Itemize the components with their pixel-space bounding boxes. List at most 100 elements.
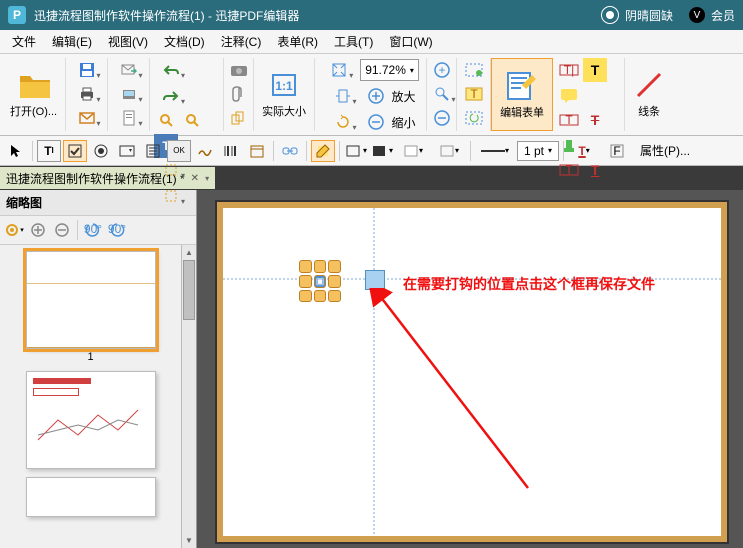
zoom-in-button[interactable] xyxy=(364,84,388,108)
thumbnail-panel: 缩略图 ▾ 90° 90° 1 ▲ ▼ xyxy=(0,190,197,548)
font-color-tool[interactable]: T▾ xyxy=(568,140,600,162)
zoom-minus-icon[interactable] xyxy=(430,106,454,130)
panel-settings-icon[interactable]: ▾ xyxy=(3,219,25,241)
line-icon xyxy=(633,69,665,101)
menu-tools[interactable]: 工具(T) xyxy=(328,31,379,52)
signature-tool[interactable] xyxy=(193,140,217,162)
select-button[interactable] xyxy=(154,158,188,182)
fit-button[interactable] xyxy=(322,58,356,82)
group-zoom: 91.72%▾ 放大 缩小 xyxy=(315,58,427,131)
text-frame-icon[interactable]: T xyxy=(557,158,581,182)
thumb-label-1: 1 xyxy=(87,351,93,363)
style-tool[interactable]: ▾ xyxy=(432,140,466,162)
fill-color-tool[interactable]: ▾ xyxy=(370,140,394,162)
thumbnail-list: 1 xyxy=(0,245,181,548)
crop-button[interactable] xyxy=(154,184,188,208)
thumbnail-page-1[interactable] xyxy=(26,251,156,349)
menu-comment[interactable]: 注释(C) xyxy=(215,31,268,52)
app-logo-icon: P xyxy=(8,6,26,24)
svg-text:+: + xyxy=(438,63,445,77)
actual-size-button[interactable]: 1:1 实际大小 xyxy=(258,58,310,130)
strike-icon[interactable]: T xyxy=(583,108,607,132)
rotate-cw-icon[interactable]: 90° xyxy=(106,219,128,241)
line-style-tool[interactable]: ▾ xyxy=(475,140,515,162)
close-tab-icon[interactable]: ✕ xyxy=(191,173,199,184)
bg-color-tool[interactable]: ▾ xyxy=(396,140,430,162)
edit-form-icon xyxy=(506,70,538,102)
canvas-area[interactable]: ▣ 在需要打钩的位置点击这个框再保存文件 xyxy=(197,190,743,548)
rotate-ccw-icon[interactable]: 90° xyxy=(82,219,104,241)
comment-yellow-icon[interactable] xyxy=(557,84,581,108)
redo-button[interactable] xyxy=(154,84,188,108)
workspace: 缩略图 ▾ 90° 90° 1 ▲ ▼ xyxy=(0,190,743,548)
menu-document[interactable]: 文档(D) xyxy=(158,31,211,52)
user-area[interactable]: 阴晴圆缺 V 会员 xyxy=(601,6,735,24)
radio-tool[interactable] xyxy=(89,140,113,162)
highlight-tool[interactable] xyxy=(311,140,335,162)
reset-form-icon[interactable] xyxy=(462,106,486,130)
menu-window[interactable]: 窗口(W) xyxy=(383,31,438,52)
scroll-up-icon[interactable]: ▲ xyxy=(182,245,196,260)
menu-file[interactable]: 文件 xyxy=(6,31,42,52)
thumbnail-page-3[interactable] xyxy=(26,477,156,517)
document-button[interactable] xyxy=(112,106,146,130)
lines-button[interactable]: 线条 xyxy=(629,58,669,130)
zoom-plus-button[interactable]: + xyxy=(430,58,454,82)
select-rect-icon[interactable] xyxy=(462,58,486,82)
annotation-arrow xyxy=(368,288,548,498)
vip-badge-icon: V xyxy=(689,7,705,23)
underline-icon[interactable]: T xyxy=(583,158,607,182)
search-button[interactable] xyxy=(154,108,178,132)
scan-button[interactable] xyxy=(112,82,146,106)
zoom-combo[interactable]: 91.72%▾ xyxy=(360,59,419,81)
dropdown-tool[interactable] xyxy=(115,140,139,162)
group-icon[interactable] xyxy=(227,106,251,130)
zoom-out-button[interactable] xyxy=(364,110,388,134)
zoom-arrow-button[interactable] xyxy=(425,82,459,106)
text-box-icon[interactable]: T xyxy=(557,108,581,132)
scroll-down-icon[interactable]: ▼ xyxy=(182,533,196,548)
selection-handles[interactable]: ▣ xyxy=(299,260,341,302)
edit-form-button[interactable]: 编辑表单 xyxy=(496,59,548,130)
send-button[interactable] xyxy=(112,58,146,82)
open-button[interactable]: 打开(O)... xyxy=(6,58,61,130)
highlight-field-icon[interactable]: T xyxy=(462,82,486,106)
menu-edit[interactable]: 编辑(E) xyxy=(46,31,98,52)
group-clipboard xyxy=(108,58,150,131)
form-checkbox-field[interactable] xyxy=(365,270,385,290)
menu-view[interactable]: 视图(V) xyxy=(102,31,154,52)
thumbnail-page-2[interactable] xyxy=(26,371,156,469)
svg-text:T: T xyxy=(565,163,573,177)
svg-text:F: F xyxy=(613,144,620,158)
email-button[interactable] xyxy=(70,106,104,130)
attach-button[interactable] xyxy=(227,82,251,106)
text-field-icon[interactable]: T| xyxy=(557,58,581,82)
page-view[interactable]: ▣ 在需要打钩的位置点击这个框再保存文件 xyxy=(217,202,727,542)
print-button[interactable] xyxy=(70,82,104,106)
group-open: 打开(O)... xyxy=(2,58,66,131)
properties-button[interactable]: 属性(P)... xyxy=(634,142,696,159)
panel-remove-icon[interactable] xyxy=(51,219,73,241)
text-yellow-icon[interactable]: T xyxy=(583,58,607,82)
camera-button[interactable] xyxy=(227,58,251,82)
font-tool[interactable]: F xyxy=(602,140,632,162)
menu-form[interactable]: 表单(R) xyxy=(271,31,324,52)
save-button[interactable] xyxy=(70,58,104,82)
panel-scrollbar[interactable]: ▲ ▼ xyxy=(181,245,196,548)
line-weight-combo[interactable]: 1 pt▾ xyxy=(517,141,559,161)
undo-button[interactable] xyxy=(154,58,188,82)
group-edit-form: 编辑表单 xyxy=(491,58,553,131)
date-tool[interactable] xyxy=(245,140,269,162)
zoom-out-label: 缩小 xyxy=(392,114,416,131)
barcode-tool[interactable] xyxy=(219,140,243,162)
link-tool[interactable] xyxy=(278,140,302,162)
checkbox-tool[interactable] xyxy=(63,140,87,162)
line-color-tool[interactable]: ▾ xyxy=(344,140,368,162)
pointer-tool[interactable] xyxy=(4,140,28,162)
rotate-button[interactable] xyxy=(326,110,360,134)
fit-width-button[interactable] xyxy=(326,84,360,108)
panel-add-icon[interactable] xyxy=(27,219,49,241)
text-tool[interactable]: TI xyxy=(37,140,61,162)
folder-icon xyxy=(18,69,50,101)
search2-button[interactable] xyxy=(180,108,204,132)
